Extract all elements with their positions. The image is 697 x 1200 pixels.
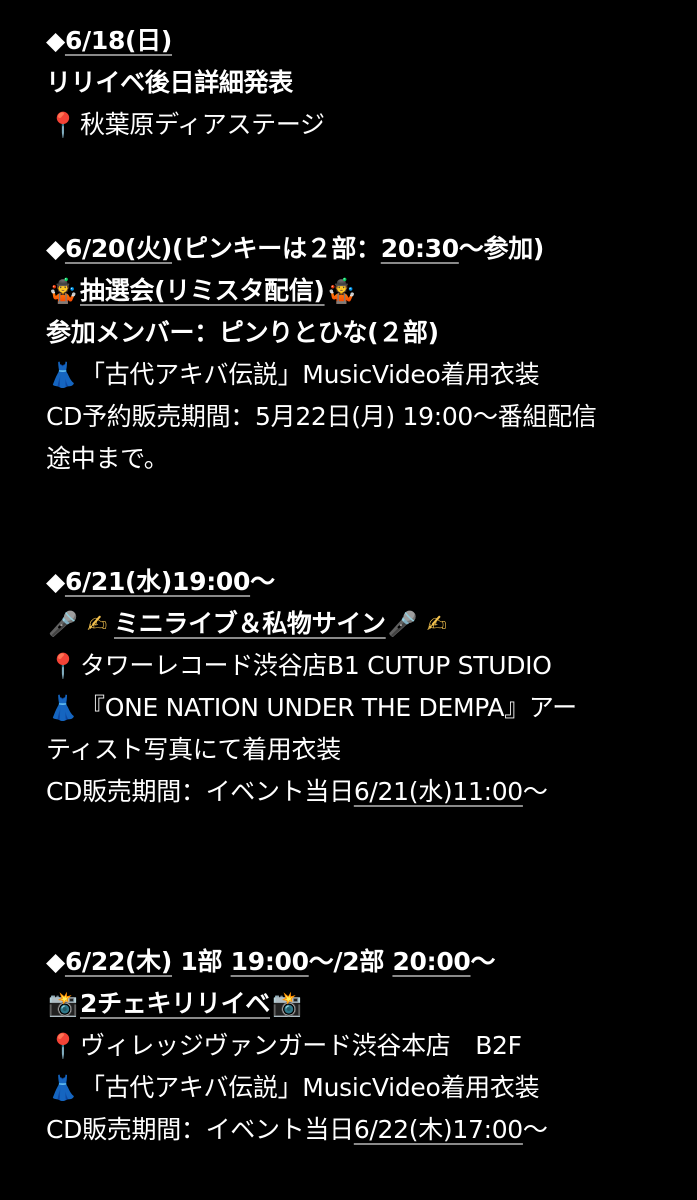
camera-flash-icon: 📸 <box>48 990 78 1018</box>
event-venue: タワーレコード渋谷店B1 CUTUP STUDIO <box>80 651 552 680</box>
diamond-bullet: ◆ <box>46 567 65 596</box>
event-part-sep: 〜/2部 <box>308 947 393 976</box>
juggler-icon: 🤹 <box>48 277 78 305</box>
pin-icon: 📍 <box>48 1032 78 1060</box>
event-title-link[interactable]: 📸2チェキリリイベ📸 <box>46 989 304 1018</box>
microphone-icon: 🎤 <box>48 610 78 638</box>
event-part1-label: 1部 <box>172 947 231 976</box>
event-time-link[interactable]: 20:30 <box>381 234 459 263</box>
event-date-tail: 〜 <box>470 947 496 976</box>
dress-icon: 👗 <box>48 1074 78 1102</box>
event-title-line: 🤹抽選会(リミスタ配信)🤹 <box>46 270 686 312</box>
event-date-link[interactable]: 6/18(日) <box>65 26 172 55</box>
event-cd-suffix: 〜 <box>522 1115 548 1144</box>
event-cd-suffix: 〜 <box>522 777 548 806</box>
event-cd-prefix: CD販売期間：イベント当日 <box>46 1115 354 1144</box>
microphone-icon: 🎤 <box>387 610 418 638</box>
event-costume-2: ティスト写真にて着用衣装 <box>46 735 341 764</box>
event-block-0621: ◆6/21(水)19:00〜 🎤 ✍ ミニライブ＆私物サイン🎤 ✍ 📍タワーレコード渋… <box>46 561 686 813</box>
event-venue-line: 📍タワーレコード渋谷店B1 CUTUP STUDIO <box>46 645 686 687</box>
pin-icon: 📍 <box>48 111 78 139</box>
event-cd-line: CD販売期間：イベント当日6/21(水)11:00〜 <box>46 771 686 813</box>
event-venue-line: 📍ヴィレッジヴァンガード渋谷本店 B2F <box>46 1025 686 1067</box>
writing-hand-icon: ✍ <box>87 610 107 638</box>
event-title-link[interactable]: ミニライブ＆私物サイン <box>114 609 386 638</box>
event-costume: 「古代アキバ伝説」MusicVideo着用衣装 <box>80 360 540 389</box>
event-title: リリイベ後日詳細発表 <box>46 68 294 97</box>
event-costume-line: 👗「古代アキバ伝説」MusicVideo着用衣装 <box>46 1067 686 1109</box>
event-date-line: ◆6/18(日) <box>46 20 686 62</box>
event-date-link[interactable]: 6/21(水)19:00 <box>65 567 250 596</box>
juggler-icon: 🤹 <box>326 277 357 305</box>
dress-icon: 👗 <box>48 694 78 722</box>
event-block-0622: ◆6/22(木) 1部 19:00〜/2部 20:00〜 📸2チェキリリイベ📸 … <box>46 941 686 1151</box>
event-members: 参加メンバー：ピンりとひな(２部) <box>46 318 439 347</box>
camera-flash-icon: 📸 <box>272 990 302 1018</box>
event-date-line: ◆6/21(水)19:00〜 <box>46 561 686 603</box>
event-costume-1: 『ONE NATION UNDER THE DEMPA』アー <box>80 693 577 722</box>
event-cd-line-2: 途中まで。 <box>46 444 169 473</box>
event-part2-time-link[interactable]: 20:00 <box>392 947 470 976</box>
event-date-note: (ピンキーは２部： <box>172 234 381 263</box>
event-title-line: 🎤 ✍ ミニライブ＆私物サイン🎤 ✍ <box>46 603 686 645</box>
event-cd-line-1: CD予約販売期間：5月22日(月) 19:00〜番組配信 <box>46 402 597 431</box>
event-title-text: 2チェキリリイベ <box>80 989 270 1018</box>
event-cd-date-link[interactable]: 6/21(水)11:00 <box>354 777 523 806</box>
event-part1-time-link[interactable]: 19:00 <box>231 947 309 976</box>
dress-icon: 👗 <box>48 361 78 389</box>
event-date-line: ◆6/20(火)(ピンキーは２部：20:30〜参加) <box>46 228 686 270</box>
event-date-note-tail: 〜参加) <box>458 234 545 263</box>
event-date-link[interactable]: 6/20(火) <box>65 234 172 263</box>
event-costume: 「古代アキバ伝説」MusicVideo着用衣装 <box>80 1073 540 1102</box>
event-cd-line: CD販売期間：イベント当日6/22(木)17:00〜 <box>46 1109 686 1151</box>
diamond-bullet: ◆ <box>46 26 65 55</box>
event-cd-date-link[interactable]: 6/22(木)17:00 <box>354 1115 523 1144</box>
pin-icon: 📍 <box>48 652 78 680</box>
event-venue: ヴィレッジヴァンガード渋谷本店 B2F <box>80 1031 522 1060</box>
event-venue-line: 📍秋葉原ディアステージ <box>46 104 686 146</box>
diamond-bullet: ◆ <box>46 234 65 263</box>
event-block-0618: ◆6/18(日) リリイベ後日詳細発表 📍秋葉原ディアステージ <box>46 20 686 146</box>
writing-hand-icon: ✍ <box>426 610 447 638</box>
event-costume-line: 👗『ONE NATION UNDER THE DEMPA』アー <box>46 687 686 729</box>
event-date-link[interactable]: 6/22(木) <box>65 947 172 976</box>
event-date-tail: 〜 <box>250 567 275 596</box>
event-cd-prefix: CD販売期間：イベント当日 <box>46 777 354 806</box>
event-venue: 秋葉原ディアステージ <box>80 110 325 139</box>
event-date-line: ◆6/22(木) 1部 19:00〜/2部 20:00〜 <box>46 941 686 983</box>
event-title-line: 📸2チェキリリイベ📸 <box>46 983 686 1025</box>
event-costume-line: 👗「古代アキバ伝説」MusicVideo着用衣装 <box>46 354 686 396</box>
diamond-bullet: ◆ <box>46 947 65 976</box>
event-title-link[interactable]: 抽選会(リミスタ配信) <box>80 276 325 305</box>
event-block-0620: ◆6/20(火)(ピンキーは２部：20:30〜参加) 🤹抽選会(リミスタ配信)🤹… <box>46 228 686 480</box>
